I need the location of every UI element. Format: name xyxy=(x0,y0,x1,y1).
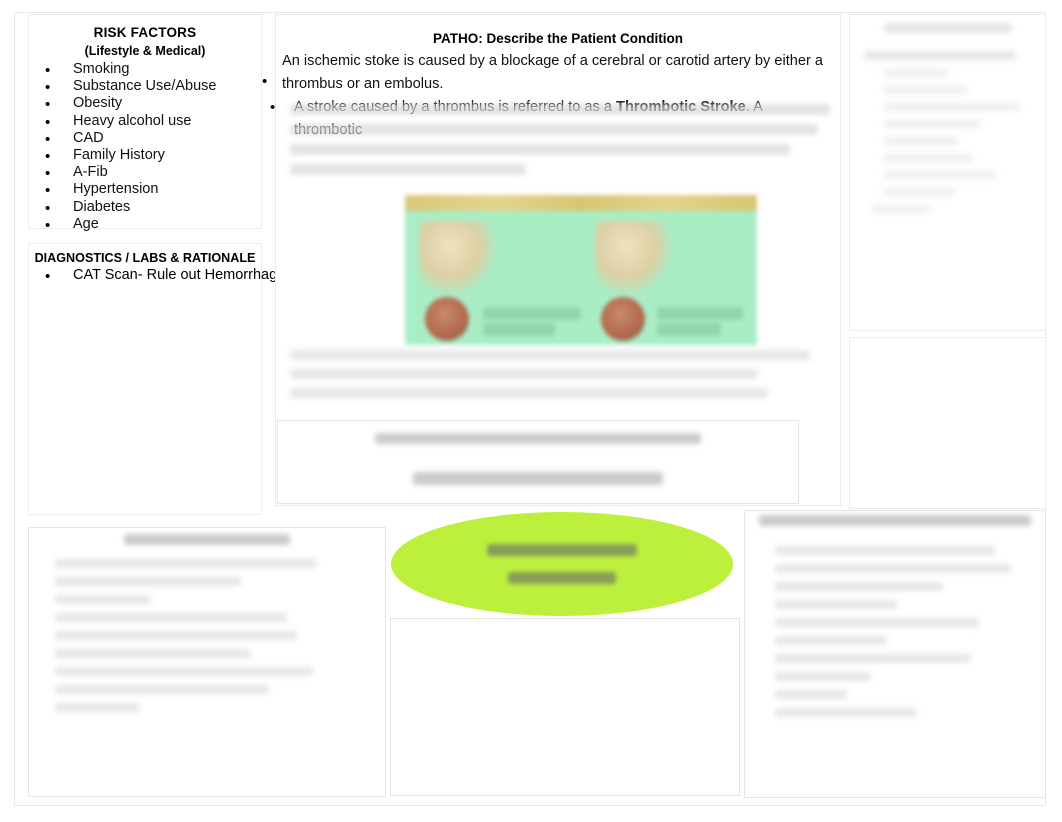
right-top-panel-obscured-text xyxy=(850,23,1045,222)
list-item: • Heavy alcohol use xyxy=(29,112,261,131)
figure-caption-right xyxy=(657,307,743,320)
risk-factors-panel: RISK FACTORS (Lifestyle & Medical) • Smok… xyxy=(28,14,262,233)
risk-factors-title: RISK FACTORS xyxy=(93,25,197,40)
ischemic-stroke-illustration xyxy=(405,195,757,345)
bottom-left-panel xyxy=(28,527,386,797)
diagnostic-label: CAT Scan- Rule out Hemorrhagic xyxy=(73,267,288,283)
risk-factor-label: Heavy alcohol use xyxy=(73,112,192,129)
clot-left-icon xyxy=(425,297,469,341)
figure-caption-left xyxy=(483,307,581,320)
clot-right-icon xyxy=(601,297,645,341)
list-item: • Hypertension xyxy=(29,181,261,200)
bottom-centre-box xyxy=(390,618,740,796)
bullet-icon: • xyxy=(45,199,51,217)
patho-subbox xyxy=(277,420,799,504)
risk-factor-label: Substance Use/Abuse xyxy=(73,78,217,95)
bullet-icon: • xyxy=(45,165,51,183)
bottom-right-panel xyxy=(744,510,1046,798)
bottom-right-panel-obscured-text xyxy=(745,515,1045,726)
risk-factor-label: Family History xyxy=(73,147,165,164)
risk-factor-label: CAD xyxy=(73,129,104,146)
right-top-panel xyxy=(849,14,1046,331)
patho-obscured-text-lower xyxy=(290,350,838,407)
vessel-right-icon xyxy=(595,221,673,295)
patho-obscured-text-upper xyxy=(290,104,838,184)
figure-caption-right-2 xyxy=(657,323,721,336)
bullet-icon: • xyxy=(45,113,51,131)
patho-subbox-obscured-text xyxy=(278,433,798,485)
bottom-left-panel-obscured-text xyxy=(29,534,385,721)
bullet-icon: • xyxy=(45,96,51,114)
risk-factors-list: • Smoking • Substance Use/Abuse • Obesity •… xyxy=(29,61,261,233)
risk-factors-subtitle: (Lifestyle & Medical) xyxy=(84,44,206,58)
vessel-left-icon xyxy=(419,221,497,295)
patho-title: PATHO: Describe the Patient Condition xyxy=(432,31,683,46)
list-item: • Family History xyxy=(29,147,261,166)
figure-body xyxy=(405,211,757,345)
diagnostics-labs-panel: DIAGNOSTICS / LABS & RATIONALE • CAT Scan… xyxy=(28,243,288,515)
goal-ellipse xyxy=(391,512,733,616)
risk-factor-label: Age xyxy=(73,215,99,232)
bullet-icon: • xyxy=(45,216,51,234)
list-item: • Substance Use/Abuse xyxy=(29,78,261,97)
figure-header-bar xyxy=(405,195,757,211)
right-mid-panel xyxy=(849,337,1046,509)
bullet-icon: • xyxy=(45,148,51,166)
bullet-icon: • xyxy=(45,79,51,97)
list-item: • Diabetes xyxy=(29,198,261,217)
list-item: • CAD xyxy=(29,129,261,148)
goal-ellipse-obscured-line-1 xyxy=(487,544,637,556)
risk-factor-label: Obesity xyxy=(73,95,123,112)
concept-map-page: RISK FACTORS (Lifestyle & Medical) • Smok… xyxy=(0,0,1062,822)
figure-caption-left-2 xyxy=(483,323,555,336)
list-item: • A-Fib xyxy=(29,164,261,183)
list-item: • CAT Scan- Rule out Hemorrhagic xyxy=(29,267,288,285)
goal-ellipse-obscured-line-2 xyxy=(508,572,616,584)
diagnostics-title: DIAGNOSTICS / LABS & RATIONALE xyxy=(34,251,256,265)
risk-factor-label: Hypertension xyxy=(73,181,159,198)
list-item: • Age xyxy=(29,215,261,234)
bullet-icon: • xyxy=(45,62,51,79)
stray-bullet-icon: • xyxy=(262,73,268,90)
bullet-icon: • xyxy=(270,99,276,116)
list-item: • Obesity xyxy=(29,95,261,114)
list-item: • Smoking xyxy=(29,61,261,79)
risk-factor-label: Smoking xyxy=(73,61,130,77)
bullet-icon: • xyxy=(45,130,51,148)
bullet-icon: • xyxy=(45,268,51,285)
diagnostics-list: • CAT Scan- Rule out Hemorrhagic xyxy=(29,267,288,285)
risk-factor-label: Diabetes xyxy=(73,198,131,215)
bullet-icon: • xyxy=(45,182,51,200)
risk-factor-label: A-Fib xyxy=(73,164,108,181)
patho-paragraph-1: An ischemic stoke is caused by a blockag… xyxy=(282,53,824,92)
